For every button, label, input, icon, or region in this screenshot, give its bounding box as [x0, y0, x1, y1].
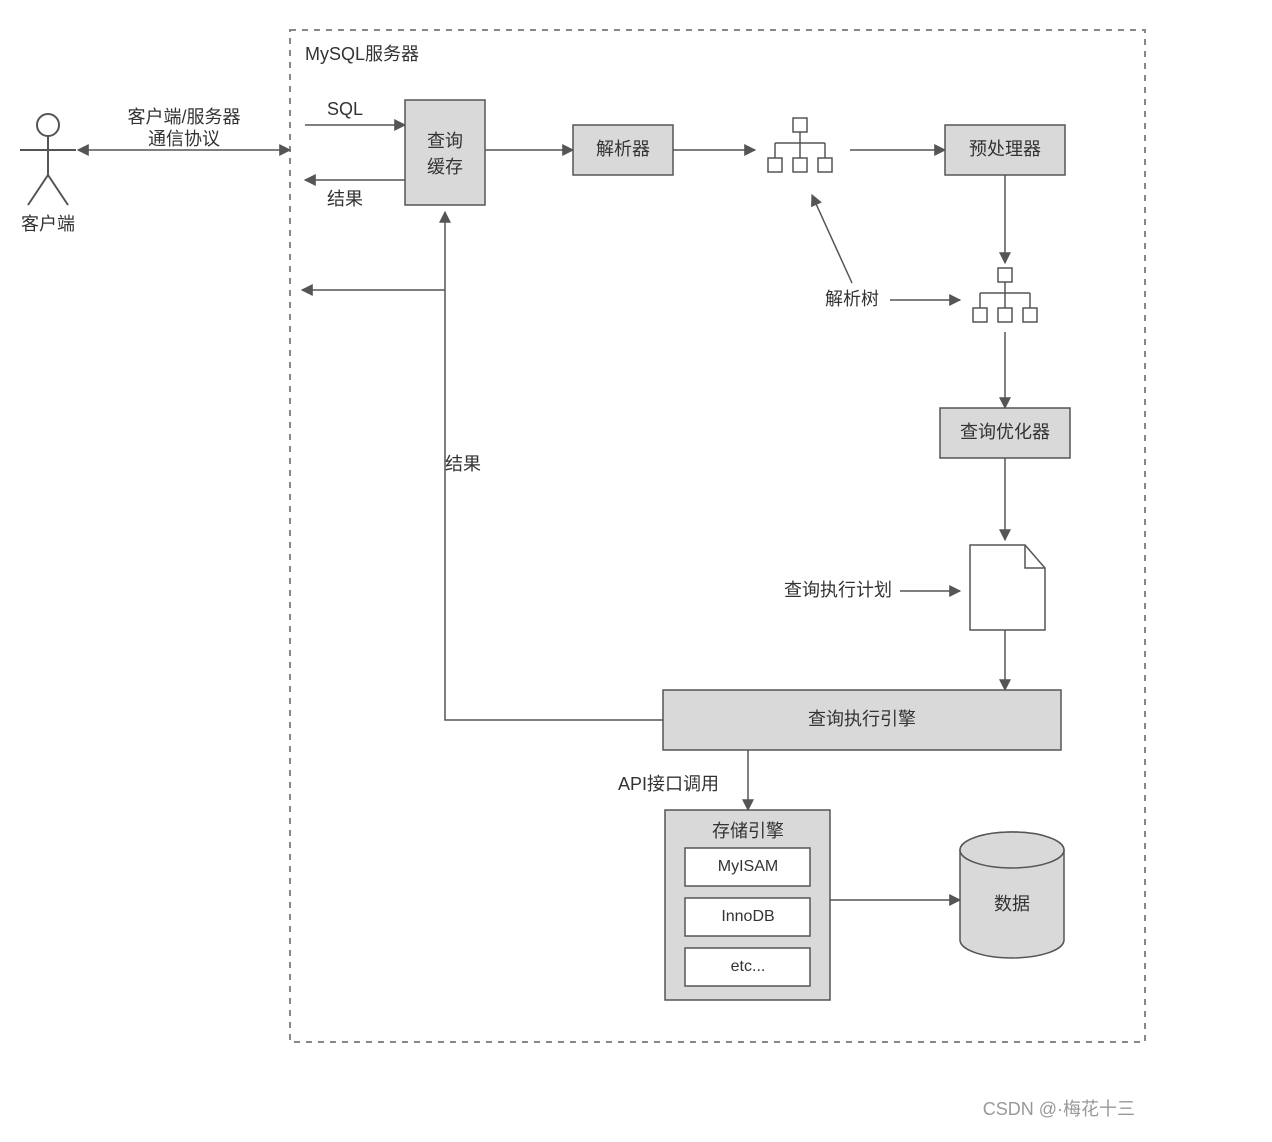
data-label: 数据	[994, 894, 1030, 914]
parse-tree-icon-2	[973, 268, 1037, 322]
parse-tree-icon-1	[768, 118, 832, 172]
exec-engine-label: 查询执行引擎	[808, 709, 916, 729]
cache-line2: 缓存	[427, 157, 463, 177]
cache-line1: 查询	[427, 131, 463, 151]
parse-tree-pointer-1	[812, 195, 852, 283]
exec-plan-icon	[970, 545, 1045, 630]
sql-label: SQL	[327, 99, 363, 119]
protocol-line2: 通信协议	[148, 129, 220, 149]
engine-0-label: MyISAM	[718, 858, 778, 875]
client-icon	[20, 114, 76, 205]
engine-1-label: InnoDB	[721, 908, 774, 925]
result-label-2: 结果	[445, 454, 481, 474]
preprocessor-label: 预处理器	[969, 139, 1041, 159]
server-title: MySQL服务器	[305, 44, 419, 64]
parse-tree-label: 解析树	[825, 289, 879, 309]
result-label-1: 结果	[327, 189, 363, 209]
optimizer-label: 查询优化器	[960, 422, 1050, 442]
protocol-line1: 客户端/服务器	[127, 107, 240, 127]
engine-2-label: etc...	[731, 958, 766, 975]
query-cache-box	[405, 100, 485, 205]
exec-plan-label: 查询执行计划	[784, 580, 892, 600]
storage-engine-label: 存储引擎	[712, 821, 784, 841]
client-label: 客户端	[21, 214, 75, 234]
parser-label: 解析器	[596, 139, 650, 159]
api-call-label: API接口调用	[618, 774, 719, 794]
watermark: CSDN @·梅花十三	[983, 1099, 1135, 1119]
